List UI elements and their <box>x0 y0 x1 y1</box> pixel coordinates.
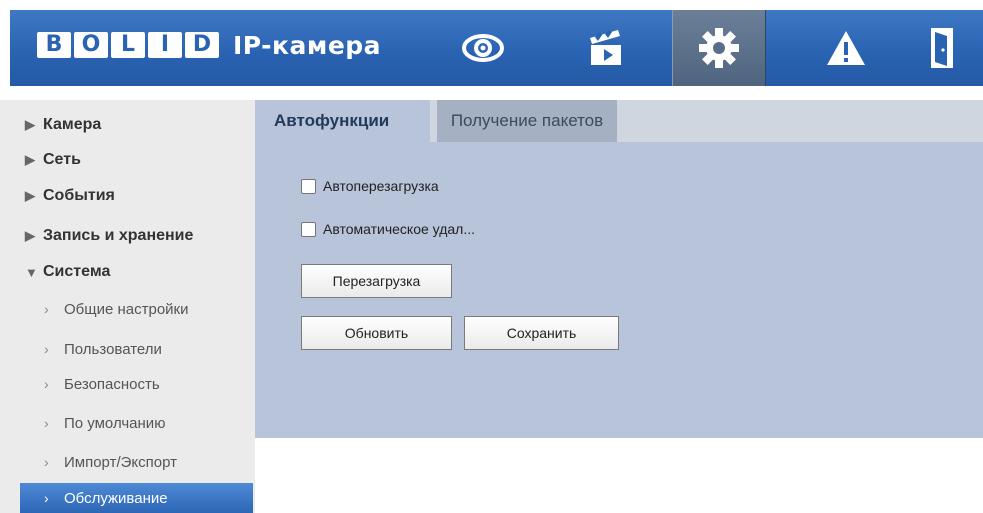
sidebar-subitem-label: Общие настройки <box>64 300 189 318</box>
top-header: B O L I D IP-камера <box>10 10 983 86</box>
chevron-right-icon: › <box>44 454 49 470</box>
logo-letter: O <box>74 32 108 58</box>
triangle-right-icon: ▶ <box>25 188 35 203</box>
sidebar-subitem-general[interactable]: › Общие настройки <box>44 296 189 322</box>
refresh-button[interactable]: Обновить <box>301 316 452 350</box>
sidebar-item-label: Камера <box>43 116 102 133</box>
nav-alarm-button[interactable] <box>800 10 892 86</box>
sidebar-item-label: Запись и хранение <box>43 227 194 244</box>
sidebar-subitem-import-export[interactable]: › Импорт/Экспорт <box>44 449 177 475</box>
sidebar-item-events[interactable]: ▶ События <box>25 183 115 209</box>
sidebar-subitem-label: Обслуживание <box>64 489 168 507</box>
sidebar-subitem-users[interactable]: › Пользователи <box>44 336 162 362</box>
sidebar-subitem-label: Безопасность <box>64 375 160 393</box>
auto-delete-row: Автоматическое удал... <box>301 221 475 237</box>
sidebar-item-network[interactable]: ▶ Сеть <box>25 147 81 173</box>
exit-door-icon <box>931 28 953 68</box>
chevron-right-icon: › <box>44 415 49 431</box>
sidebar-subitem-maintenance[interactable]: › Обслуживание <box>20 483 253 513</box>
sidebar-item-system[interactable]: ▼ Система <box>25 259 110 285</box>
warning-icon <box>827 31 865 65</box>
tab-bar: Автофункции Получение пакетов <box>255 100 983 142</box>
sidebar: ▶ Камера ▶ Сеть ▶ События ▶ Запись и хра… <box>0 100 255 513</box>
triangle-right-icon: ▶ <box>25 152 35 167</box>
nav-playback-button[interactable] <box>560 10 652 86</box>
bolid-logo: B O L I D <box>37 32 219 58</box>
triangle-right-icon: ▶ <box>25 117 35 132</box>
nav-setup-button[interactable] <box>672 10 766 86</box>
auto-reboot-label: Автоперезагрузка <box>323 178 439 194</box>
auto-reboot-row: Автоперезагрузка <box>301 178 439 194</box>
logo-letter: L <box>111 32 145 58</box>
chevron-right-icon: › <box>44 490 49 506</box>
sidebar-subitem-security[interactable]: › Безопасность <box>44 371 160 397</box>
sidebar-subitem-defaults[interactable]: › По умолчанию <box>44 410 165 436</box>
eye-icon <box>462 34 504 62</box>
auto-reboot-checkbox[interactable] <box>301 178 316 194</box>
sidebar-subitem-label: Импорт/Экспорт <box>64 453 177 471</box>
logo: B O L I D IP-камера <box>37 25 381 65</box>
maintenance-panel: Автоперезагрузка Автоматическое удал... … <box>255 142 983 438</box>
sidebar-item-label: Сеть <box>43 151 81 168</box>
chevron-right-icon: › <box>44 341 49 357</box>
auto-delete-label: Автоматическое удал... <box>323 221 475 237</box>
nav-logout-button[interactable] <box>927 10 983 86</box>
gear-icon <box>699 28 739 68</box>
sidebar-item-storage[interactable]: ▶ Запись и хранение <box>25 223 193 249</box>
tab-auto-functions[interactable]: Автофункции <box>255 100 430 142</box>
nav-live-button[interactable] <box>437 10 529 86</box>
logo-letter: B <box>37 32 71 58</box>
triangle-down-icon: ▼ <box>25 264 38 280</box>
reboot-button[interactable]: Перезагрузка <box>301 264 452 298</box>
auto-delete-checkbox[interactable] <box>301 221 316 237</box>
sidebar-subitem-label: Пользователи <box>64 340 162 358</box>
logo-letter: D <box>185 32 219 58</box>
logo-letter: I <box>148 32 182 58</box>
chevron-right-icon: › <box>44 301 49 317</box>
clapperboard-icon <box>590 30 621 65</box>
product-name: IP-камера <box>233 30 382 60</box>
sidebar-item-label: Система <box>43 263 111 280</box>
chevron-right-icon: › <box>44 376 49 392</box>
tab-packet-capture[interactable]: Получение пакетов <box>437 100 617 142</box>
sidebar-subitem-label: По умолчанию <box>64 414 166 432</box>
sidebar-item-label: События <box>43 187 115 204</box>
sidebar-item-camera[interactable]: ▶ Камера <box>25 112 101 138</box>
triangle-right-icon: ▶ <box>25 228 35 243</box>
save-button[interactable]: Сохранить <box>464 316 619 350</box>
